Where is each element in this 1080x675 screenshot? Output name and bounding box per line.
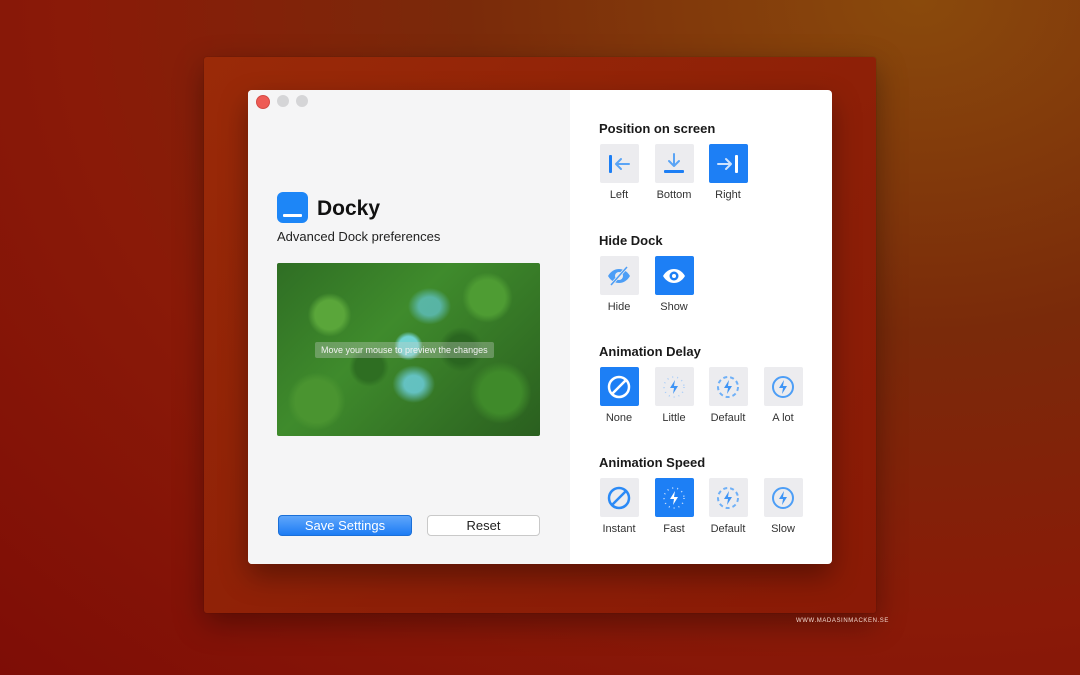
- bolt-circle-icon: [763, 478, 803, 517]
- preview-image[interactable]: Move your mouse to preview the changes: [277, 263, 540, 436]
- hide-option-hide[interactable]: Hide: [592, 256, 646, 313]
- speed-option-default[interactable]: Default: [701, 478, 755, 535]
- delay-option-none[interactable]: None: [592, 367, 646, 424]
- eye-icon: [654, 256, 694, 295]
- traffic-lights: [256, 95, 308, 109]
- delay-label-none: None: [605, 412, 633, 424]
- dock-left-icon: [599, 144, 639, 183]
- position-option-left[interactable]: Left: [592, 144, 646, 201]
- bolt-dotted-light-icon: [654, 367, 694, 406]
- dock-right-icon: [708, 144, 748, 183]
- bolt-dashed-icon: [708, 478, 748, 517]
- delay-label-default: Default: [710, 412, 746, 424]
- speed-option-slow[interactable]: Slow: [756, 478, 810, 535]
- hide-label-hide: Hide: [607, 301, 631, 313]
- speed-label-instant: Instant: [602, 523, 636, 535]
- speed-option-instant[interactable]: Instant: [592, 478, 646, 535]
- minimize-button[interactable]: [277, 95, 289, 107]
- speed-label-slow: Slow: [771, 523, 795, 535]
- bolt-circle-icon: [763, 367, 803, 406]
- position-option-bottom[interactable]: Bottom: [647, 144, 701, 201]
- position-option-right[interactable]: Right: [701, 144, 755, 201]
- reset-button[interactable]: Reset: [427, 515, 540, 536]
- preview-caption: Move your mouse to preview the changes: [315, 342, 494, 358]
- save-settings-button[interactable]: Save Settings: [278, 515, 412, 536]
- dock-bottom-icon: [654, 144, 694, 183]
- position-label-left: Left: [609, 189, 629, 201]
- watermark: WWW.MADASINMACKEN.SE: [796, 618, 890, 624]
- zoom-button[interactable]: [296, 95, 308, 107]
- preferences-window: Docky Advanced Dock preferences Move you…: [248, 90, 832, 564]
- eye-slash-icon: [599, 256, 639, 295]
- app-subtitle: Advanced Dock preferences: [277, 229, 441, 244]
- delay-label-alot: A lot: [772, 412, 794, 424]
- none-icon: [599, 478, 639, 517]
- bolt-dotted-light-icon: [654, 478, 694, 517]
- delay-option-alot[interactable]: A lot: [756, 367, 810, 424]
- app-title: Docky: [317, 197, 381, 220]
- delay-label-little: Little: [662, 412, 686, 424]
- hide-section-title: Hide Dock: [599, 233, 663, 248]
- close-button[interactable]: [256, 95, 270, 109]
- hide-label-show: Show: [660, 301, 688, 313]
- delay-option-default[interactable]: Default: [701, 367, 755, 424]
- delay-option-little[interactable]: Little: [647, 367, 701, 424]
- bolt-dashed-icon: [708, 367, 748, 406]
- left-pane: Docky Advanced Dock preferences Move you…: [248, 90, 570, 564]
- delay-section-title: Animation Delay: [599, 344, 701, 359]
- position-section-title: Position on screen: [599, 121, 716, 136]
- position-label-right: Right: [715, 189, 741, 201]
- speed-label-fast: Fast: [663, 523, 685, 535]
- app-icon: [277, 192, 308, 223]
- position-label-bottom: Bottom: [656, 189, 692, 201]
- speed-section-title: Animation Speed: [599, 455, 706, 470]
- hide-option-show[interactable]: Show: [647, 256, 701, 313]
- none-icon: [599, 367, 639, 406]
- speed-option-fast[interactable]: Fast: [647, 478, 701, 535]
- speed-label-default: Default: [710, 523, 746, 535]
